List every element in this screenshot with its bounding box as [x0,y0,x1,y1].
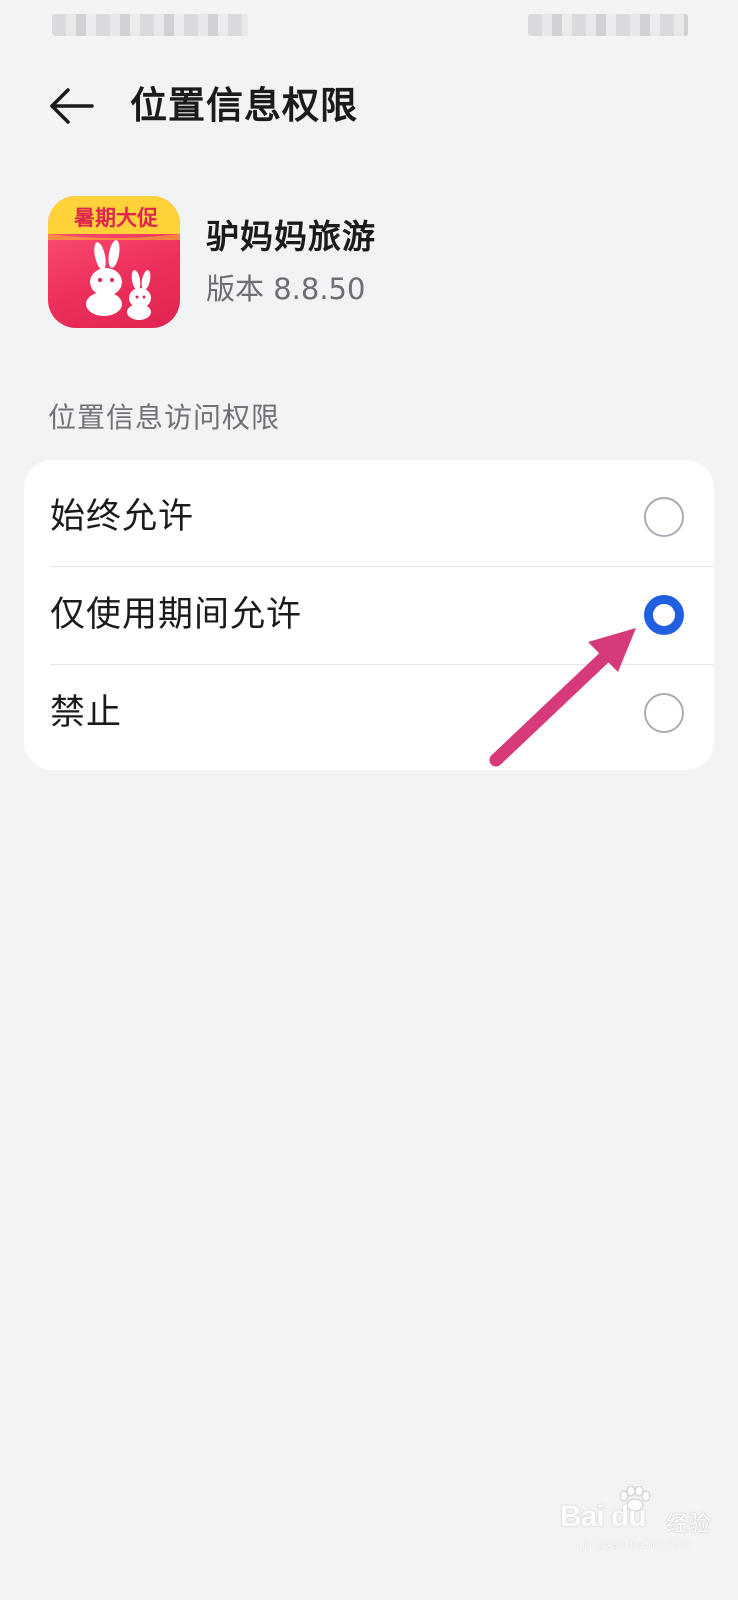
header: 位置信息权限 [0,70,738,142]
option-label: 禁止 [50,693,123,733]
baidu-jingyan-watermark: Bai du 经验 jingyan.baidu.com [560,1486,710,1556]
page-title: 位置信息权限 [130,84,358,127]
watermark-text: 经验 [666,1512,711,1537]
status-bar-blurred-left [52,14,248,36]
radio-button[interactable] [644,497,684,537]
status-bar [0,0,738,44]
back-arrow-icon [50,88,94,124]
option-always-allow[interactable]: 始终允许 [24,468,714,566]
status-bar-blurred-right [528,14,688,36]
donkey-rabbit-app-icon: 暑期大促 [48,196,180,328]
app-version: 版本 8.8.50 [206,272,366,306]
option-label: 始终允许 [50,497,195,537]
option-deny[interactable]: 禁止 [24,664,714,762]
app-name: 驴妈妈旅游 [206,217,376,256]
location-permission-options: 始终允许 仅使用期间允许 禁止 [24,460,714,770]
app-icon-badge-text: 暑期大促 [74,206,159,230]
radio-button-selected[interactable] [644,595,684,635]
radio-button[interactable] [644,693,684,733]
option-label: 仅使用期间允许 [50,595,303,635]
app-info: 暑期大促 驴妈妈旅游 版本 8.8.50 [48,196,688,328]
watermark-logo: Bai du [560,1500,647,1533]
option-allow-while-in-use[interactable]: 仅使用期间允许 [24,566,714,664]
watermark-url: jingyan.baidu.com [582,1538,693,1551]
section-header: 位置信息访问权限 [48,401,281,434]
back-button[interactable] [44,80,100,132]
